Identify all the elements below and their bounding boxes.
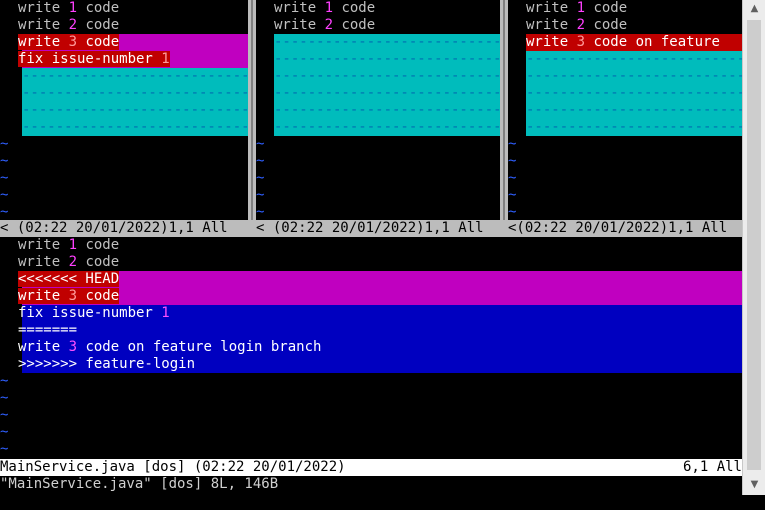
filler-line: ----------------------------------------… [274, 51, 500, 67]
status-divider [500, 220, 508, 237]
empty-line-marker: ~ [508, 204, 517, 220]
middle-diff-pane[interactable]: write 1 code write 2 code --------------… [256, 0, 500, 220]
right-diff-pane[interactable]: write 1 code write 2 code write 3 code o… [508, 0, 742, 220]
vertical-split-divider[interactable] [500, 0, 508, 220]
conflict-marker-head: <<<<<<< HEAD [18, 271, 120, 287]
filler-line: ----------------------------------------… [526, 85, 742, 101]
code-line: write 1 code [18, 0, 120, 16]
code-line: write 2 code [526, 17, 628, 33]
conflict-marker-separator: ======= [18, 322, 78, 338]
active-window-status-line[interactable]: MainService.java [dos] (02:22 20/01/2022… [0, 459, 742, 476]
filler-line: ----------------------------------------… [274, 34, 500, 50]
status-filename: MainService.java [dos] (02:22 20/01/2022… [0, 459, 346, 475]
filler-block: ----------------------------------------… [526, 51, 742, 136]
code-line: write 2 code [18, 17, 120, 33]
left-pane-status-line[interactable]: < (02:22 20/01/2022)1,1 All [0, 220, 248, 237]
empty-line-marker: ~ [508, 170, 517, 186]
filler-line: ----------------------------------------… [274, 68, 500, 84]
conflict-marker-feature: >>>>>>> feature-login [18, 356, 196, 372]
status-text: < (02:22 20/01/2022)1,1 All [0, 220, 228, 236]
filler-line: ----------------------------------------… [526, 68, 742, 84]
empty-line-marker: ~ [0, 187, 9, 203]
vertical-scrollbar[interactable]: ▲ ▼ [742, 0, 765, 495]
filler-block: ----------------------------------------… [22, 68, 248, 136]
empty-line-marker: ~ [256, 153, 265, 169]
filler-line: ----------------------------------------… [274, 85, 500, 101]
empty-line-marker: ~ [0, 424, 9, 440]
filler-line: ----------------------------------------… [526, 102, 742, 118]
command-line-message[interactable]: "MainService.java" [dos] 8L, 146B [0, 476, 742, 493]
empty-line-marker: ~ [0, 441, 9, 457]
code-line: write 2 code [274, 17, 376, 33]
right-pane-status-line[interactable]: <(02:22 20/01/2022)1,1 All [508, 220, 742, 237]
status-cursor-position: 6,1 All [682, 459, 742, 475]
status-text: <(02:22 20/01/2022)1,1 All [508, 220, 728, 236]
filler-line: ----------------------------------------… [526, 119, 742, 135]
filler-line: ----------------------------------------… [274, 102, 500, 118]
status-text: < (02:22 20/01/2022)1,1 All [256, 220, 484, 236]
left-diff-pane[interactable]: write 1 code write 2 code write 3 code f… [0, 0, 248, 220]
scroll-down-arrow-icon[interactable]: ▼ [743, 476, 765, 493]
filler-line: ----------------------------------------… [22, 68, 248, 84]
code-line-changed: write 3 code on feature [508, 34, 742, 51]
empty-line-marker: ~ [508, 187, 517, 203]
status-divider [248, 220, 256, 237]
vertical-split-divider[interactable] [248, 0, 256, 220]
filler-line: ----------------------------------------… [274, 119, 500, 135]
merged-file-pane[interactable]: write 1 code write 2 code <<<<<<< HEAD w… [0, 237, 742, 459]
code-line-added: fix issue-number 1 [18, 305, 170, 321]
code-line-changed: write 3 code [0, 34, 248, 51]
scrollbar-thumb[interactable] [747, 20, 761, 470]
filler-line: ----------------------------------------… [526, 51, 742, 67]
code-line-added: write 3 code on feature login branch [18, 339, 322, 355]
conflict-ours-block [22, 271, 742, 305]
empty-line-marker: ~ [508, 136, 517, 152]
empty-line-marker: ~ [256, 187, 265, 203]
scroll-up-arrow-icon[interactable]: ▲ [743, 0, 765, 17]
code-line-changed: write 3 code [18, 288, 120, 304]
code-line-changed: fix issue-number 1 [0, 51, 248, 68]
filler-line: ----------------------------------------… [22, 85, 248, 101]
empty-line-marker: ~ [0, 390, 9, 406]
empty-line-marker: ~ [256, 204, 265, 220]
code-line: write 1 code [526, 0, 628, 16]
code-line: write 2 code [18, 254, 120, 270]
empty-line-marker: ~ [256, 136, 265, 152]
code-line: write 1 code [274, 0, 376, 16]
filler-line: ----------------------------------------… [22, 119, 248, 135]
middle-pane-status-line[interactable]: < (02:22 20/01/2022)1,1 All [256, 220, 500, 237]
empty-line-marker: ~ [508, 153, 517, 169]
empty-line-marker: ~ [0, 153, 9, 169]
empty-line-marker: ~ [256, 170, 265, 186]
empty-line-marker: ~ [0, 136, 9, 152]
empty-line-marker: ~ [0, 204, 9, 220]
empty-line-marker: ~ [0, 373, 9, 389]
code-line: write 1 code [18, 237, 120, 253]
empty-line-marker: ~ [0, 170, 9, 186]
filler-block: ----------------------------------------… [274, 34, 500, 136]
empty-line-marker: ~ [0, 407, 9, 423]
filler-line: ----------------------------------------… [22, 102, 248, 118]
